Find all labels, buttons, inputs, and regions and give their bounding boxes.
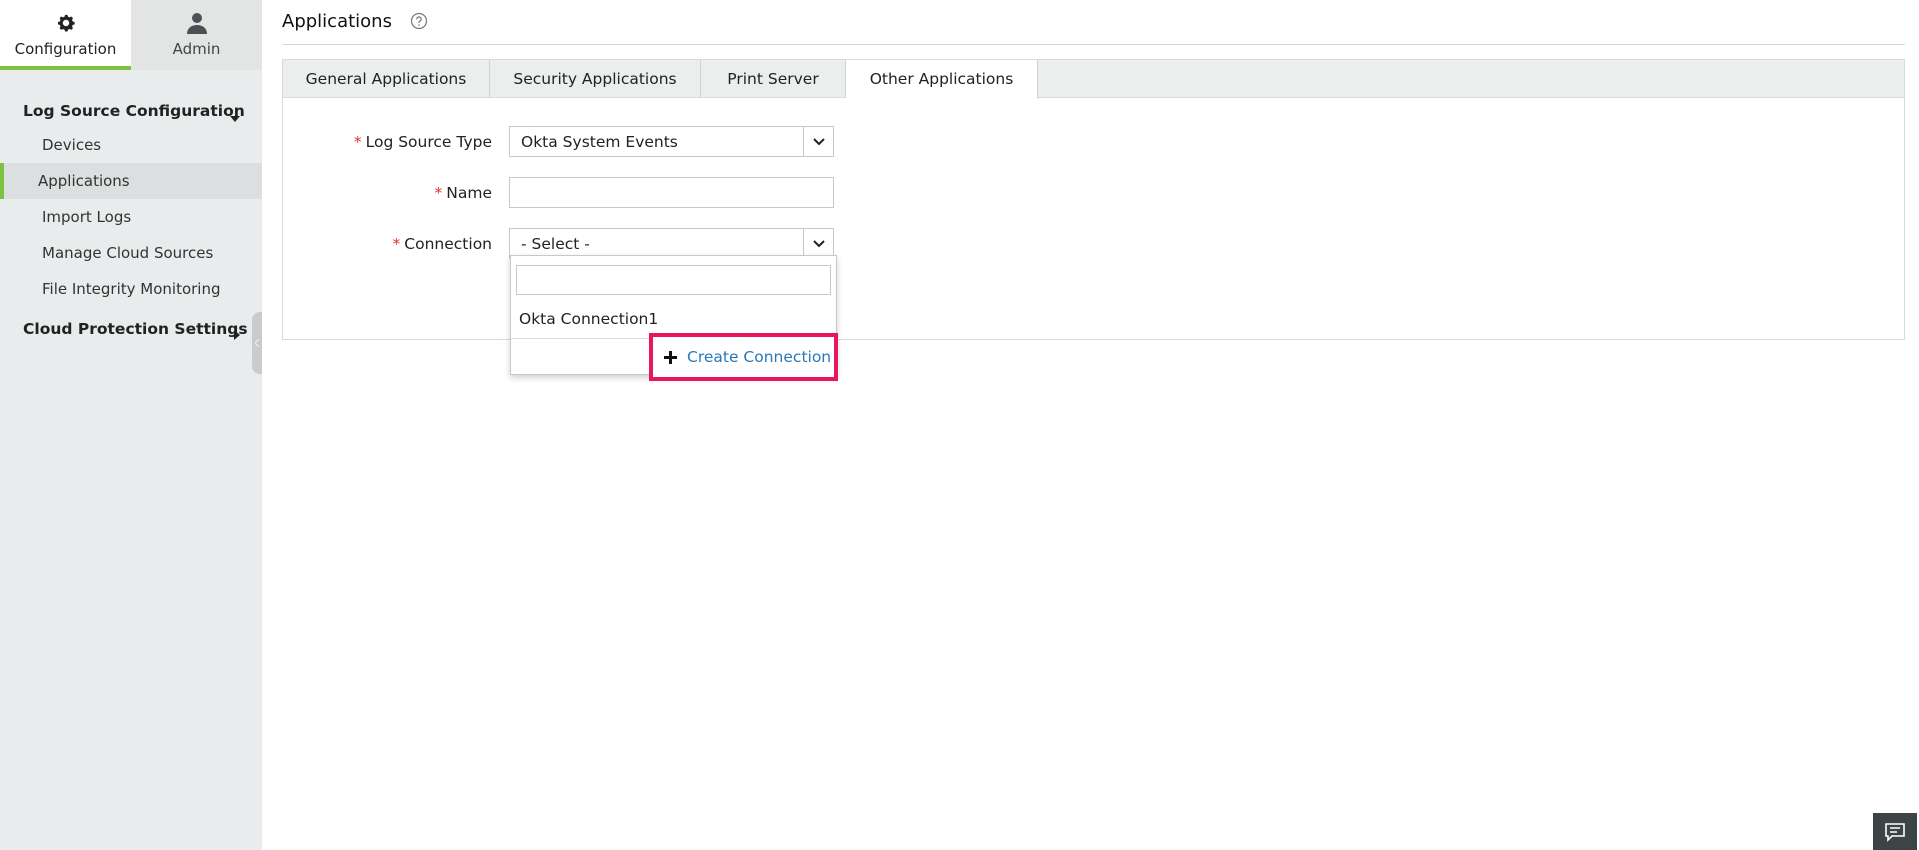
gear-icon (53, 10, 79, 36)
create-connection-button[interactable]: Create Connection (649, 333, 838, 381)
caret-right-icon (234, 326, 240, 344)
nav-section-log-source-configuration[interactable]: Log Source Configuration (0, 95, 262, 127)
page-header: Applications (282, 0, 1905, 45)
sidebar-collapse-handle[interactable] (252, 312, 262, 374)
required-marker: * (353, 133, 362, 151)
name-row: * Name (283, 177, 883, 209)
tab-label: Print Server (727, 70, 819, 88)
tab-configuration-label: Configuration (14, 40, 117, 58)
required-marker: * (434, 184, 443, 202)
sidebar-item-label: File Integrity Monitoring (42, 280, 221, 298)
chevron-down-icon[interactable] (803, 127, 833, 156)
dropdown-footer: Create Connection (511, 333, 838, 381)
tab-other-applications[interactable]: Other Applications (846, 60, 1038, 99)
sidebar-item-label: Import Logs (42, 208, 132, 226)
label-text: Name (446, 184, 492, 202)
plus-icon (663, 350, 677, 364)
selected-value: Okta System Events (521, 132, 678, 151)
sidebar-item-file-integrity-monitoring[interactable]: File Integrity Monitoring (0, 271, 262, 307)
tab-label: Security Applications (513, 70, 677, 88)
nav-section-label: Cloud Protection Settings (23, 320, 248, 338)
dropdown-search-input[interactable] (516, 265, 831, 295)
label-text: Log Source Type (365, 133, 492, 151)
required-marker: * (392, 235, 401, 253)
name-input[interactable] (509, 177, 834, 208)
label-text: Connection (404, 235, 492, 253)
tab-configuration[interactable]: Configuration (0, 0, 131, 70)
chat-icon (1885, 822, 1905, 842)
sidebar-item-label: Devices (42, 136, 102, 154)
nav-section-cloud-protection-settings[interactable]: Cloud Protection Settings (0, 313, 262, 345)
tab-bar: General Applications Security Applicatio… (283, 60, 1904, 99)
log-source-type-row: * Log Source Type Okta System Events (283, 126, 883, 158)
selected-value: - Select - (521, 234, 590, 253)
top-tabs: Configuration Admin (0, 0, 262, 70)
tab-general-applications[interactable]: General Applications (283, 60, 490, 98)
tab-security-applications[interactable]: Security Applications (490, 60, 701, 98)
tab-print-server[interactable]: Print Server (701, 60, 846, 98)
tab-label: General Applications (305, 70, 467, 88)
page-title: Applications (282, 10, 392, 32)
sidebar-item-manage-cloud-sources[interactable]: Manage Cloud Sources (0, 235, 262, 271)
log-source-type-select[interactable]: Okta System Events (509, 126, 834, 157)
sidebar-item-devices[interactable]: Devices (0, 127, 262, 163)
name-label: * Name (272, 184, 492, 202)
tab-label: Other Applications (869, 70, 1014, 88)
nav-section-label: Log Source Configuration (23, 102, 245, 120)
tab-admin[interactable]: Admin (131, 0, 262, 70)
caret-down-icon (230, 108, 240, 126)
chevron-down-icon[interactable] (803, 229, 833, 258)
connection-dropdown-panel: Okta Connection1 Create Connection (510, 255, 838, 381)
connection-label: * Connection (272, 235, 492, 253)
sidebar-item-import-logs[interactable]: Import Logs (0, 199, 262, 235)
log-source-type-label: * Log Source Type (272, 133, 492, 151)
sidebar-item-label: Manage Cloud Sources (42, 244, 214, 262)
chat-button[interactable] (1873, 813, 1917, 850)
user-icon (184, 10, 210, 36)
main-content: Applications General Applications Securi… (282, 0, 1919, 850)
help-icon[interactable] (410, 12, 428, 30)
chevron-left-icon (255, 339, 259, 347)
sidebar-item-applications[interactable]: Applications (0, 163, 262, 199)
sidebar-item-label: Applications (38, 172, 130, 190)
create-connection-label: Create Connection (687, 348, 832, 366)
tab-admin-label: Admin (172, 40, 221, 58)
sidebar-nav: Log Source Configuration Devices Applica… (0, 95, 262, 345)
option-label: Okta Connection1 (519, 310, 659, 328)
sidebar: Configuration Admin Log Source Configura… (0, 0, 262, 850)
dropdown-option[interactable]: Okta Connection1 (511, 304, 836, 334)
